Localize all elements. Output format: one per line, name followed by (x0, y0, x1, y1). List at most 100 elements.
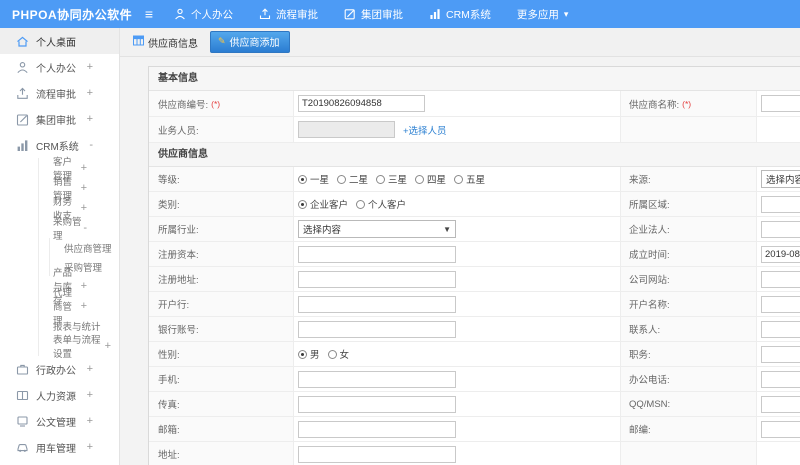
title-input[interactable] (761, 345, 800, 363)
app-title: PHPOA协同办公软件 (12, 7, 133, 22)
supplier-code-input[interactable] (298, 95, 425, 112)
form-row: 银行账号: 联系人: (149, 317, 800, 342)
zip-input[interactable] (761, 420, 800, 438)
topbar: PHPOA协同办公软件 ≡ 个人办公 流程审批 集团审批 CRM系统 更多应用 … (0, 0, 800, 28)
field-cell (294, 442, 621, 465)
sidebar-item-vehicle-mgmt[interactable]: 用车管理 + (0, 434, 119, 460)
source-select[interactable]: 选择内容▼ (761, 170, 800, 188)
field-cell (757, 442, 800, 465)
collapse-icon[interactable]: - (83, 222, 111, 234)
bank-account-input[interactable] (298, 320, 456, 338)
main-content: 供应商信息 ✎ 供应商添加 基本信息 供应商编号: (*) 供应商名称: (*) (120, 28, 800, 465)
hamburger-icon[interactable]: ≡ (138, 6, 160, 22)
field-label: 注册地址: (149, 267, 294, 291)
field-label: 邮编: (621, 417, 757, 441)
field-label: 类别: (149, 192, 294, 216)
topnav-personal-office[interactable]: 个人办公 (174, 7, 233, 22)
radio-male[interactable]: 男 (298, 347, 320, 361)
radio-one-star[interactable]: 一星 (298, 172, 329, 186)
radio-four-star[interactable]: 四星 (415, 172, 446, 186)
sidebar-item-document-mgmt[interactable]: 公文管理 + (0, 408, 119, 434)
topnav-crm[interactable]: CRM系统 (429, 7, 491, 22)
field-cell (757, 342, 800, 366)
legal-person-input[interactable] (761, 220, 800, 238)
website-input[interactable] (761, 270, 800, 288)
field-cell (294, 367, 621, 391)
radio-personal-customer[interactable]: 个人客户 (356, 197, 406, 211)
expand-icon[interactable]: + (87, 363, 93, 375)
top-nav: 个人办公 流程审批 集团审批 CRM系统 更多应用 ▾ (174, 7, 594, 22)
expand-icon[interactable]: + (87, 415, 93, 427)
topnav-process-approval[interactable]: 流程审批 (259, 7, 318, 22)
radio-two-star[interactable]: 二星 (337, 172, 368, 186)
field-cell (294, 417, 621, 441)
office-phone-input[interactable] (761, 370, 800, 388)
tab-supplier-add[interactable]: ✎ 供应商添加 (210, 31, 290, 53)
person-icon (16, 61, 29, 74)
established-date-input[interactable] (761, 245, 800, 263)
sidebar-item-purchase-mgmt[interactable]: 采购管理 - (39, 217, 119, 242)
expand-icon[interactable]: + (87, 441, 93, 453)
radio-five-star[interactable]: 五星 (454, 172, 485, 186)
table-icon (133, 35, 144, 49)
email-input[interactable] (298, 420, 456, 438)
field-cell (757, 91, 800, 116)
expand-icon[interactable]: + (87, 389, 93, 401)
address-input[interactable] (298, 445, 456, 463)
supplier-name-input[interactable] (761, 95, 800, 112)
field-label: 所属区域: (621, 192, 757, 216)
expand-icon[interactable]: + (87, 87, 93, 99)
tab-supplier-info[interactable]: 供应商信息 (133, 35, 198, 50)
qq-msn-input[interactable] (761, 395, 800, 413)
sidebar-item-form-process-settings[interactable]: 表单与流程设置 + (39, 335, 119, 360)
field-label: 联系人: (621, 317, 757, 341)
field-label: 职务: (621, 342, 757, 366)
form-row: 邮箱: 邮编: (149, 417, 800, 442)
expand-icon[interactable]: + (87, 113, 93, 125)
mobile-input[interactable] (298, 370, 456, 388)
expand-icon[interactable]: + (81, 202, 111, 214)
sidebar-item-personal-office[interactable]: 个人办公 + (0, 54, 119, 80)
field-label: 注册资本: (149, 242, 294, 266)
field-cell (294, 91, 621, 116)
sidebar-item-archive-mgmt[interactable]: 档案管理 + (0, 460, 119, 465)
registered-capital-input[interactable] (298, 245, 456, 263)
fax-input[interactable] (298, 395, 456, 413)
sidebar-item-group-approval[interactable]: 集团审批 + (0, 106, 119, 132)
contact-input[interactable] (761, 320, 800, 338)
field-label: 邮箱: (149, 417, 294, 441)
field-label: QQ/MSN: (621, 392, 757, 416)
topnav-more-apps[interactable]: 更多应用 ▾ (517, 7, 569, 22)
field-label: 传真: (149, 392, 294, 416)
expand-icon[interactable]: + (81, 280, 111, 292)
radio-three-star[interactable]: 三星 (376, 172, 407, 186)
expand-icon[interactable]: + (81, 162, 111, 174)
region-input[interactable] (761, 195, 800, 213)
bank-input[interactable] (298, 295, 456, 313)
sales-person-input[interactable] (298, 121, 395, 138)
select-person-link[interactable]: +选择人员 (403, 123, 447, 137)
expand-icon[interactable]: + (87, 61, 93, 73)
radio-enterprise-customer[interactable]: 企业客户 (298, 197, 348, 211)
field-cell (757, 117, 800, 142)
registered-address-input[interactable] (298, 270, 456, 288)
topnav-group-approval[interactable]: 集团审批 (344, 7, 403, 22)
field-label: 办公电话: (621, 367, 757, 391)
field-label: 开户名称: (621, 292, 757, 316)
industry-select[interactable]: 选择内容 ▼ (298, 220, 456, 238)
field-label: 业务人员: (149, 117, 294, 142)
expand-icon[interactable]: + (81, 182, 111, 194)
radio-female[interactable]: 女 (327, 347, 349, 361)
account-name-input[interactable] (761, 295, 800, 313)
required-mark: (*) (682, 98, 692, 109)
expand-icon[interactable]: + (81, 300, 111, 312)
sidebar-item-hr[interactable]: 人力资源 + (0, 382, 119, 408)
form-row: 注册资本: 成立时间: (149, 242, 800, 267)
sidebar-item-agent-mgmt[interactable]: 代理商管理 + (39, 288, 119, 327)
caret-down-icon: ▾ (563, 8, 569, 19)
expand-icon[interactable]: + (105, 340, 111, 352)
collapse-icon[interactable]: - (89, 139, 93, 151)
person-icon (174, 8, 186, 20)
sidebar-item-process-approval[interactable]: 流程审批 + (0, 80, 119, 106)
sidebar-item-personal-desktop[interactable]: 个人桌面 (0, 28, 119, 54)
